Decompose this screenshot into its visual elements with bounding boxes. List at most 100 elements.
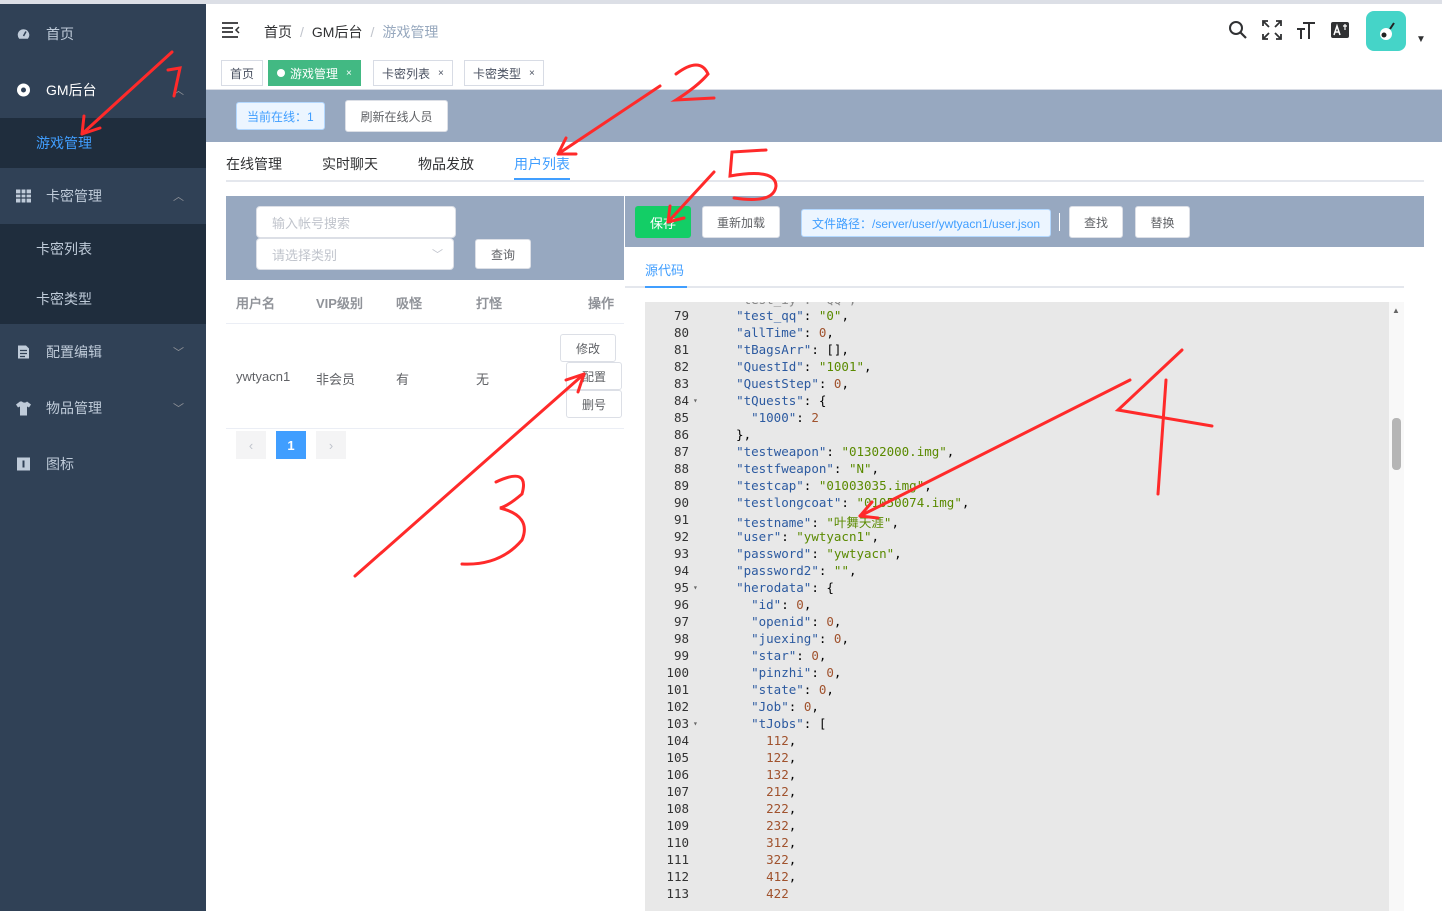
code-line: 122, xyxy=(766,750,797,765)
tag-home[interactable]: 首页 xyxy=(221,60,264,86)
line-number: 79 xyxy=(673,308,689,323)
tag-card-list[interactable]: 卡密列表 × xyxy=(373,60,453,86)
sidebar-item-game-management[interactable]: 游戏管理 xyxy=(0,118,206,168)
find-button[interactable]: 查找 xyxy=(1069,206,1123,238)
line-number: 100 xyxy=(666,665,689,680)
reload-button[interactable]: 重新加载 xyxy=(702,206,780,238)
sidebar-item-item-management[interactable]: 物品管理 ﹀ xyxy=(0,380,206,436)
dashboard-icon xyxy=(16,27,31,42)
sidebar-item-card-type[interactable]: 卡密类型 xyxy=(0,274,206,324)
line-number: 86 xyxy=(673,427,689,442)
code-line: 232, xyxy=(766,818,797,833)
tag-label: 游戏管理 xyxy=(290,66,339,81)
digit-3-stroke xyxy=(460,474,526,566)
column-header: 操作 xyxy=(588,296,615,311)
tab-source-code[interactable]: 源代码 xyxy=(645,260,684,279)
code-line: "1000": 2 xyxy=(751,410,819,425)
sidebar-item-card-list[interactable]: 卡密列表 xyxy=(0,224,206,274)
fold-toggle-icon[interactable]: ▾ xyxy=(693,719,698,728)
cell-username: ywtyacn1 xyxy=(236,369,291,384)
navbar: 首页 / GM后台 / 游戏管理 ▼ xyxy=(206,4,1442,58)
fold-toggle-icon[interactable]: ▾ xyxy=(693,396,698,405)
avatar[interactable] xyxy=(1366,11,1406,51)
breadcrumb-item[interactable]: 首页 xyxy=(264,24,292,40)
file-path-badge: 文件路径：/server/user/ywtyacn1/user.json xyxy=(801,209,1052,237)
code-line: "tJobs": [ xyxy=(751,716,827,731)
line-number: 84 xyxy=(673,393,689,408)
code-line: "openid": 0, xyxy=(751,614,842,629)
tag-label: 卡密类型 xyxy=(473,66,522,81)
line-number: 82 xyxy=(673,359,689,374)
line-number: 80 xyxy=(673,325,689,340)
line-number: 95 xyxy=(673,580,689,595)
sidebar-item-config-edit[interactable]: 配置编辑 ﹀ xyxy=(0,324,206,380)
line-number: 113 xyxy=(666,886,689,901)
chevron-down-icon: ﹀ xyxy=(173,347,184,359)
divider xyxy=(1059,213,1060,231)
code-editor[interactable]: "test_iy": "QQ", 79 "test_qq": "0", 80 "a… xyxy=(645,302,1389,911)
code-line: "QuestId": "1001", xyxy=(736,359,872,374)
caret-down-icon[interactable]: ▼ xyxy=(1416,34,1426,45)
delete-account-button[interactable]: 删号 xyxy=(566,390,622,418)
account-search-input[interactable]: 输入帐号搜索 xyxy=(256,206,456,238)
close-icon[interactable]: × xyxy=(438,68,444,79)
code-line: "allTime": 0, xyxy=(736,325,834,340)
sidebar-item-icons[interactable]: 图标 xyxy=(0,436,206,492)
code-line: 422 xyxy=(766,886,789,901)
prev-page-button[interactable]: ‹ xyxy=(236,431,266,459)
close-icon[interactable]: × xyxy=(346,68,352,79)
tag-card-type[interactable]: 卡密类型 × xyxy=(464,60,544,86)
breadcrumb-item[interactable]: GM后台 xyxy=(312,24,363,40)
sidebar-sub-label: 卡密列表 xyxy=(36,241,92,257)
chevron-up-icon: ︿ xyxy=(173,85,184,97)
sidebar-item-card-management[interactable]: 卡密管理 ︿ xyxy=(0,168,206,224)
fullscreen-icon[interactable] xyxy=(1260,18,1284,42)
code-line: 312, xyxy=(766,835,797,850)
tab-item-distribution[interactable]: 物品发放 xyxy=(418,154,474,174)
config-button[interactable]: 配置 xyxy=(566,362,622,390)
line-number: 102 xyxy=(666,699,689,714)
tag-game-management[interactable]: 游戏管理 × xyxy=(268,60,361,86)
tab-user-list[interactable]: 用户列表 xyxy=(514,154,570,174)
close-icon[interactable]: × xyxy=(529,68,535,79)
line-number: 96 xyxy=(673,597,689,612)
search-icon[interactable] xyxy=(1226,18,1250,42)
tag-label: 卡密列表 xyxy=(382,66,431,81)
query-button[interactable]: 查询 xyxy=(475,239,531,269)
shirt-icon xyxy=(16,401,31,416)
category-select[interactable]: 请选择类别 ﹀ xyxy=(256,238,454,270)
hamburger-icon[interactable] xyxy=(222,22,240,38)
code-line: "pinzhi": 0, xyxy=(751,665,842,680)
edit-button[interactable]: 修改 xyxy=(560,334,616,362)
translate-icon[interactable] xyxy=(1328,18,1352,42)
breadcrumb-item: 游戏管理 xyxy=(382,24,439,40)
code-line: "tQuests": { xyxy=(736,393,827,408)
font-size-icon[interactable] xyxy=(1294,18,1318,42)
divider xyxy=(625,286,1404,288)
code-line: "herodata": { xyxy=(736,580,834,595)
page-number[interactable]: 1 xyxy=(276,431,306,459)
save-button[interactable]: 保存 xyxy=(635,206,691,238)
cell-fight: 无 xyxy=(476,372,490,387)
fold-toggle-icon[interactable]: ▾ xyxy=(693,583,698,592)
code-line: "id": 0, xyxy=(751,597,812,612)
tab-active-indicator xyxy=(645,286,687,288)
line-number: 88 xyxy=(673,461,689,476)
code-line: "test_qq": "0", xyxy=(736,308,849,323)
sidebar-item-home[interactable]: 首页 xyxy=(0,6,206,62)
tab-online-management[interactable]: 在线管理 xyxy=(226,154,282,174)
editor-scrollbar[interactable]: ▲ xyxy=(1389,302,1404,911)
scrollbar-thumb[interactable] xyxy=(1392,418,1401,470)
refresh-online-button[interactable]: 刷新在线人员 xyxy=(345,100,448,132)
arrow-3 xyxy=(353,372,586,578)
line-number: 89 xyxy=(673,478,689,493)
code-line: "user": "ywtyacn1", xyxy=(736,529,880,544)
code-line: "password": "ywtyacn", xyxy=(736,546,902,561)
sidebar-item-gm[interactable]: GM后台 ︿ xyxy=(0,62,206,118)
next-page-button[interactable]: › xyxy=(316,431,346,459)
tab-live-chat[interactable]: 实时聊天 xyxy=(322,154,378,174)
column-header: 打怪 xyxy=(476,296,503,311)
sidebar-item-label: 物品管理 xyxy=(46,400,102,416)
scroll-up-icon[interactable]: ▲ xyxy=(1392,306,1400,315)
replace-button[interactable]: 替换 xyxy=(1135,206,1190,238)
